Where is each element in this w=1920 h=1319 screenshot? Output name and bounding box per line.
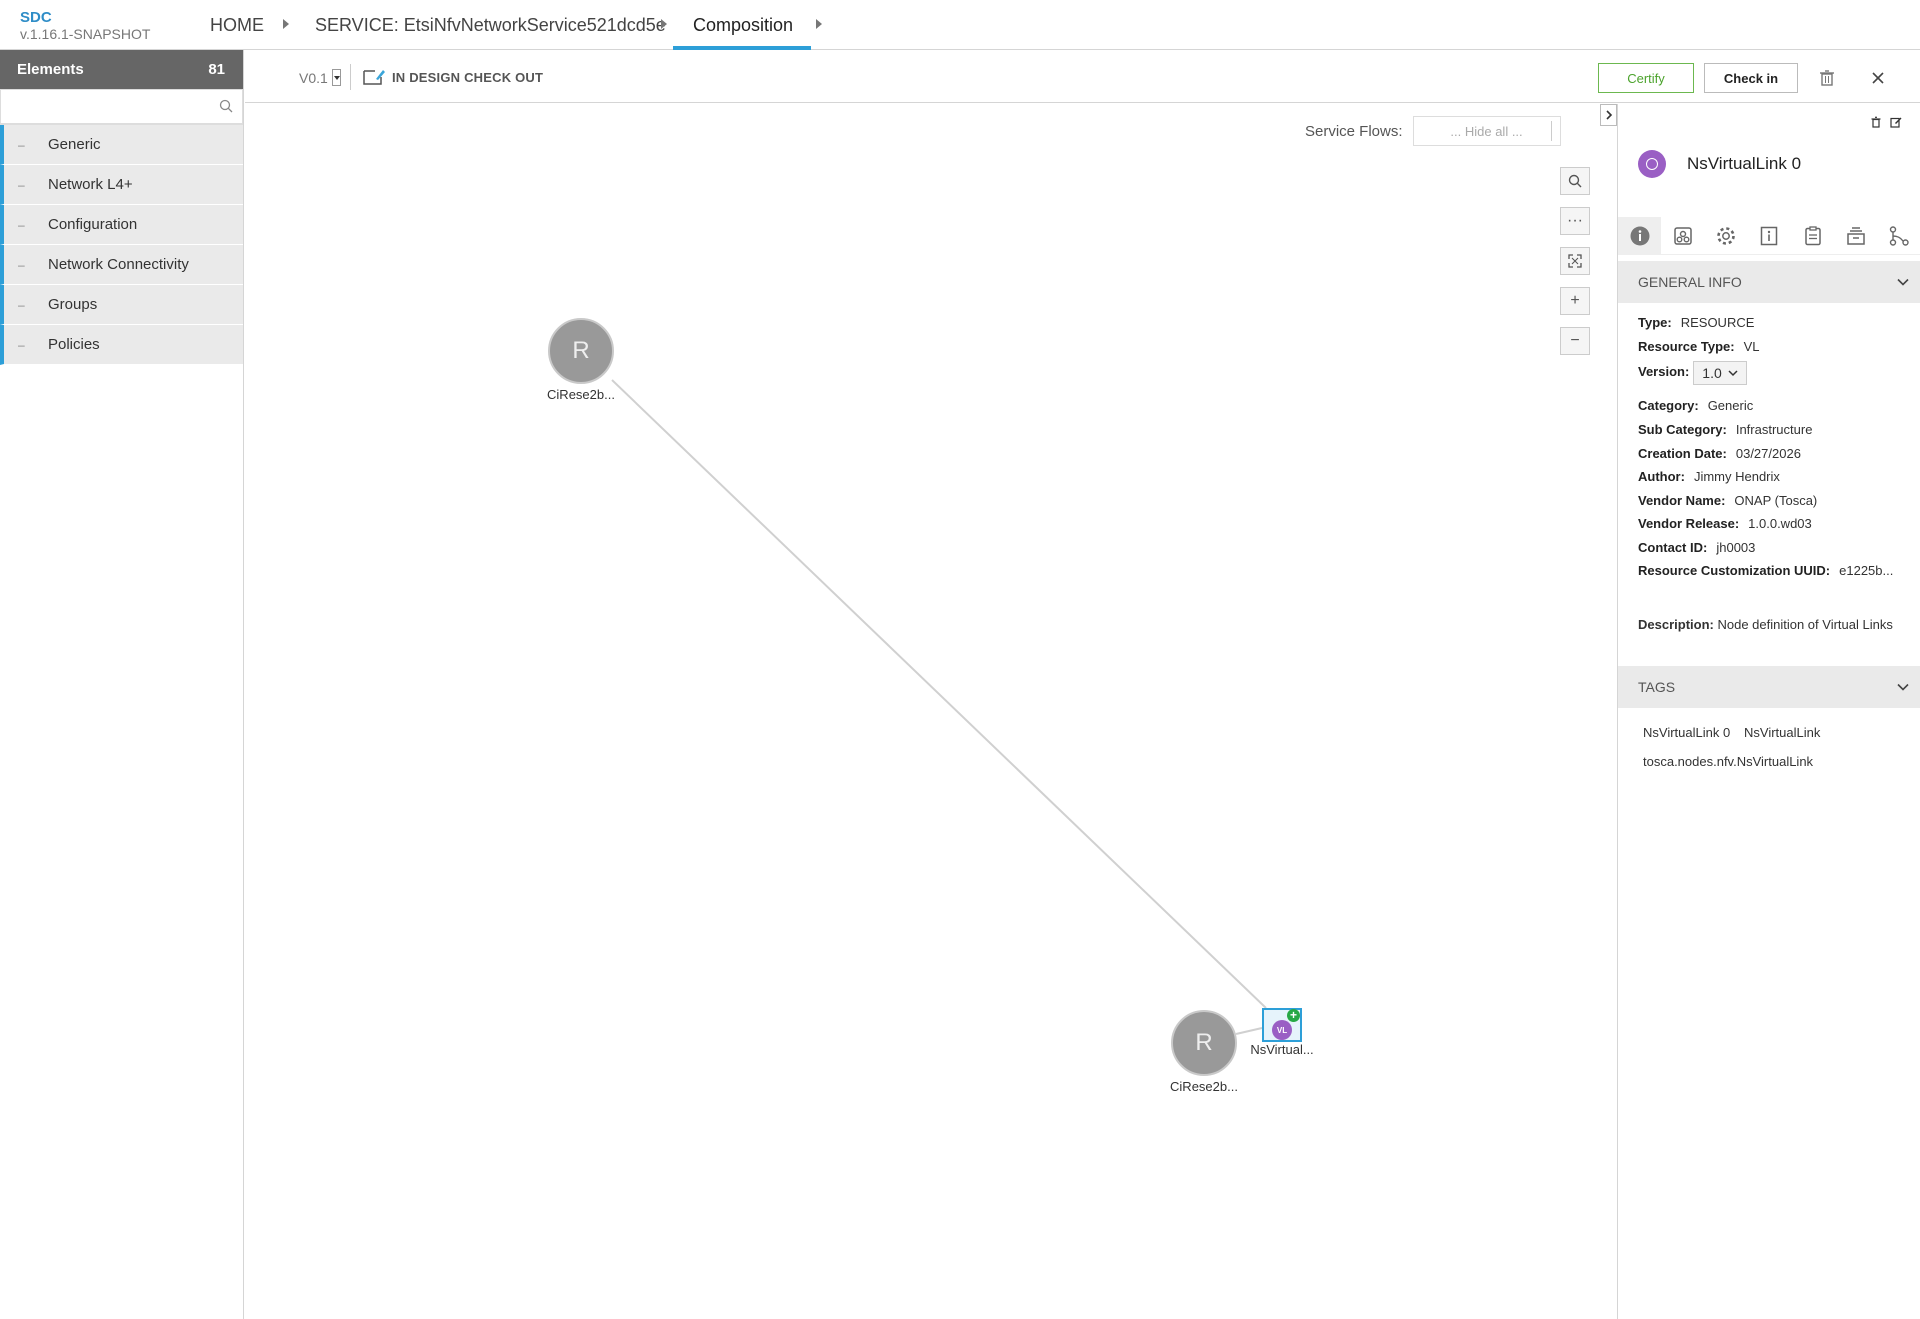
tag-item: NsVirtualLink xyxy=(1744,725,1821,740)
component-avatar-icon xyxy=(1638,150,1666,178)
info-label: Vendor Release: xyxy=(1638,516,1740,531)
canvas-search-button[interactable] xyxy=(1560,167,1590,195)
tab-settings[interactable] xyxy=(1705,217,1748,254)
info-label: Resource Customization UUID: xyxy=(1638,563,1831,578)
tags-heading: TAGS xyxy=(1638,679,1676,695)
info-row-customization-uuid: Resource Customization UUID: e1225b... xyxy=(1638,563,1893,578)
chevron-right-icon xyxy=(1605,110,1612,120)
info-label: Vendor Name: xyxy=(1638,493,1726,508)
info-row-vendor-name: Vendor Name: ONAP (Tosca) xyxy=(1638,493,1817,508)
description-label: Description: xyxy=(1638,617,1714,632)
expand-icon xyxy=(1568,254,1582,268)
info-row-author: Author: Jimmy Hendrix xyxy=(1638,469,1780,484)
tag-item: tosca.nodes.nfv.NsVirtualLink xyxy=(1643,754,1814,769)
info-value: 1.0.0.wd03 xyxy=(1748,516,1812,531)
add-relation-plus-icon[interactable]: + xyxy=(1287,1009,1300,1022)
info-value: ONAP (Tosca) xyxy=(1734,493,1818,508)
info-value: jh0003 xyxy=(1716,540,1756,555)
chevron-down-icon xyxy=(1728,369,1738,376)
info-label: Sub Category: xyxy=(1638,422,1727,437)
tab-inputs[interactable] xyxy=(1834,217,1877,254)
general-info-header[interactable]: GENERAL INFO xyxy=(1618,261,1920,303)
minus-icon: − xyxy=(1570,332,1580,349)
details-panel: NsVirtualLink 0 GENERAL INFO Type: RESOUR… xyxy=(1617,104,1920,1319)
tab-relations[interactable] xyxy=(1878,217,1920,254)
tags-header[interactable]: TAGS xyxy=(1618,666,1920,708)
service-flows-select[interactable]: ... Hide all ... xyxy=(1412,116,1561,146)
info-label: Resource Type: xyxy=(1638,339,1735,354)
info-value: Infrastructure xyxy=(1735,422,1813,437)
zoom-in-button[interactable]: + xyxy=(1560,287,1590,315)
properties-icon xyxy=(1761,226,1778,245)
info-label: Type: xyxy=(1638,315,1672,330)
info-row-category: Category: Generic xyxy=(1638,398,1753,413)
info-row-sub-category: Sub Category: Infrastructure xyxy=(1638,422,1812,437)
collapse-panel-button[interactable] xyxy=(1600,104,1617,126)
composition-icon xyxy=(1674,226,1692,245)
tab-composition[interactable] xyxy=(1661,217,1704,254)
info-value: VL xyxy=(1743,339,1760,354)
description-text: Node definition of Virtual Links xyxy=(1717,617,1893,632)
zoom-out-button[interactable]: − xyxy=(1560,327,1590,355)
edit-icon[interactable] xyxy=(1890,116,1902,128)
gear-icon xyxy=(1717,226,1736,245)
chevron-down-icon[interactable] xyxy=(1897,278,1909,286)
chevron-down-icon[interactable] xyxy=(1897,683,1909,691)
info-label: Contact ID: xyxy=(1638,540,1708,555)
service-flows: Service Flows: ... Hide all ... xyxy=(1305,116,1561,146)
tab-general-info[interactable] xyxy=(1618,217,1662,254)
relation-line[interactable] xyxy=(1235,1027,1263,1035)
plus-icon: + xyxy=(1570,292,1580,309)
panel-tabs xyxy=(1618,217,1920,255)
canvas-more-button[interactable]: ··· xyxy=(1560,207,1590,235)
node-letter: R xyxy=(572,337,590,364)
info-row-type: Type: RESOURCE xyxy=(1638,315,1754,330)
node-label: CiRese2b... xyxy=(547,387,615,402)
trash-icon[interactable] xyxy=(1870,116,1882,128)
vl-node-icon: VL xyxy=(1272,1020,1292,1040)
component-title: NsVirtualLink 0 xyxy=(1687,154,1802,173)
version-dropdown-value: 1.0 xyxy=(1702,365,1722,381)
general-info-heading: GENERAL INFO xyxy=(1638,274,1742,290)
info-value: Jimmy Hendrix xyxy=(1693,469,1780,484)
info-row-version: Version: 1.0 xyxy=(1638,361,1747,385)
more-dots-icon: ··· xyxy=(1567,212,1583,229)
info-row-vendor-release: Vendor Release: 1.0.0.wd03 xyxy=(1638,516,1812,531)
info-value: RESOURCE xyxy=(1680,315,1755,330)
info-label: Author: xyxy=(1638,469,1685,484)
info-row-creation-date: Creation Date: 03/27/2026 xyxy=(1638,446,1801,461)
info-row-resource-type: Resource Type: VL xyxy=(1638,339,1759,354)
tag-item: NsVirtualLink 0 xyxy=(1643,725,1731,740)
info-value: e1225b... xyxy=(1839,563,1894,578)
fit-to-screen-button[interactable] xyxy=(1560,247,1590,275)
service-flows-value: ... Hide all ... xyxy=(1450,123,1523,139)
search-icon xyxy=(1568,174,1582,188)
info-label: Category: xyxy=(1638,398,1699,413)
canvas-node-nsvirtuallink[interactable]: VL + xyxy=(1262,1008,1302,1042)
info-label: Creation Date: xyxy=(1638,446,1727,461)
relation-line[interactable] xyxy=(611,379,1267,1009)
panel-actions xyxy=(1870,116,1902,128)
relations-icon xyxy=(1890,225,1910,246)
version-dropdown[interactable]: 1.0 xyxy=(1693,361,1747,385)
tab-properties[interactable] xyxy=(1748,217,1791,254)
canvas-node-cirese-1[interactable]: R xyxy=(548,318,614,384)
info-icon xyxy=(1630,226,1650,245)
info-value: 03/27/2026 xyxy=(1735,446,1801,461)
description: Description: Node definition of Virtual … xyxy=(1638,615,1908,634)
info-label: Version: xyxy=(1638,364,1690,380)
info-row-contact-id: Contact ID: jh0003 xyxy=(1638,540,1755,555)
service-flows-label: Service Flows: xyxy=(1305,122,1403,140)
node-label: NsVirtual... xyxy=(1250,1042,1314,1057)
info-value: Generic xyxy=(1707,398,1754,413)
node-label: CiRese2b... xyxy=(1170,1079,1238,1094)
tab-artifacts[interactable] xyxy=(1791,217,1834,254)
node-letter: R xyxy=(1195,1029,1213,1056)
inputs-icon xyxy=(1847,226,1865,245)
artifacts-icon xyxy=(1805,225,1821,245)
